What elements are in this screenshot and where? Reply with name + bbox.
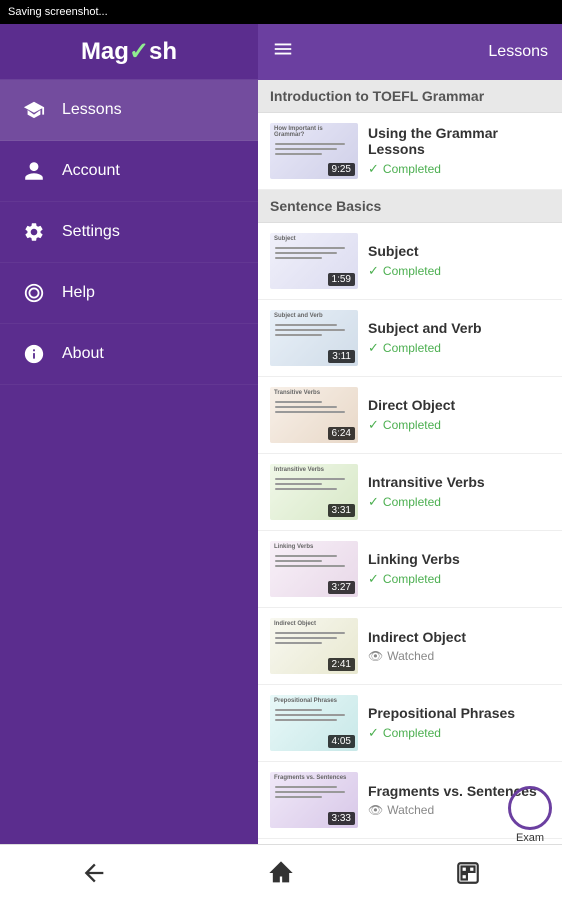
check-icon: ✓ bbox=[368, 340, 379, 356]
bottom-nav bbox=[0, 844, 562, 900]
sidebar-item-settings[interactable]: Settings bbox=[0, 202, 258, 263]
sidebar-item-label-account: Account bbox=[62, 162, 120, 180]
sidebar-nav: Lessons Account Settings bbox=[0, 80, 258, 844]
sidebar-item-about[interactable]: About bbox=[0, 324, 258, 385]
lesson-status: ✓ Completed bbox=[368, 340, 550, 356]
gear-icon bbox=[20, 218, 48, 246]
lesson-info: Prepositional Phrases ✓ Completed bbox=[368, 705, 550, 741]
lesson-info: Indirect Object 👁 Watched bbox=[368, 629, 550, 663]
lesson-thumbnail: Fragments vs. Sentences 3:33 bbox=[270, 772, 358, 828]
lesson-info: Using the Grammar Lessons ✓ Completed bbox=[368, 125, 550, 177]
sidebar-item-label-lessons: Lessons bbox=[62, 101, 122, 119]
sidebar-header: Mag✓sh bbox=[0, 24, 258, 80]
sidebar-item-lessons[interactable]: Lessons bbox=[0, 80, 258, 141]
app-logo: Mag✓sh bbox=[81, 37, 177, 66]
lesson-status: ✓ Completed bbox=[368, 417, 550, 433]
lesson-thumbnail: How Important is Grammar? 9:25 bbox=[270, 123, 358, 179]
lesson-status: 👁 Watched bbox=[368, 649, 550, 663]
lesson-info: Subject and Verb ✓ Completed bbox=[368, 320, 550, 356]
lesson-thumbnail: Linking Verbs 3:27 bbox=[270, 541, 358, 597]
lesson-thumbnail: Subject and Verb 3:11 bbox=[270, 310, 358, 366]
header-lessons-link[interactable]: Lessons bbox=[488, 43, 548, 61]
sidebar-item-label-about: About bbox=[62, 345, 104, 363]
exam-button-container[interactable]: Exam bbox=[508, 786, 552, 844]
recent-apps-button[interactable] bbox=[438, 853, 498, 893]
lesson-item-prepositional-phrases[interactable]: Prepositional Phrases 4:05 Prepositional… bbox=[258, 685, 562, 762]
lesson-status: ✓ Completed bbox=[368, 161, 550, 177]
lesson-thumbnail: Transitive Verbs 6:24 bbox=[270, 387, 358, 443]
hamburger-menu-icon[interactable] bbox=[272, 38, 294, 66]
status-bar-text: Saving screenshot... bbox=[8, 6, 108, 18]
info-icon bbox=[20, 340, 48, 368]
lesson-item-subject[interactable]: Subject 1:59 Subject ✓ Completed bbox=[258, 223, 562, 300]
sidebar: Mag✓sh Lessons Account bbox=[0, 24, 258, 844]
app-container: Mag✓sh Lessons Account bbox=[0, 24, 562, 844]
check-icon: ✓ bbox=[368, 494, 379, 510]
eye-icon: 👁 bbox=[368, 803, 383, 817]
lesson-info: Linking Verbs ✓ Completed bbox=[368, 551, 550, 587]
main-header: Lessons bbox=[258, 24, 562, 80]
section-header-intro: Introduction to TOEFL Grammar bbox=[258, 80, 562, 113]
check-icon: ✓ bbox=[368, 417, 379, 433]
lessons-list: Introduction to TOEFL Grammar How Import… bbox=[258, 80, 562, 844]
lesson-item-direct-object[interactable]: Transitive Verbs 6:24 Direct Object ✓ Co… bbox=[258, 377, 562, 454]
lesson-info: Subject ✓ Completed bbox=[368, 243, 550, 279]
lesson-item-linking-verbs[interactable]: Linking Verbs 3:27 Linking Verbs ✓ Compl… bbox=[258, 531, 562, 608]
main-content: Lessons Introduction to TOEFL Grammar Ho… bbox=[258, 24, 562, 844]
back-button[interactable] bbox=[64, 853, 124, 893]
lesson-status: ✓ Completed bbox=[368, 725, 550, 741]
home-button[interactable] bbox=[251, 853, 311, 893]
check-icon: ✓ bbox=[368, 571, 379, 587]
sidebar-item-label-help: Help bbox=[62, 284, 95, 302]
check-icon: ✓ bbox=[368, 725, 379, 741]
lesson-info: Intransitive Verbs ✓ Completed bbox=[368, 474, 550, 510]
lesson-thumbnail: Prepositional Phrases 4:05 bbox=[270, 695, 358, 751]
eye-icon: 👁 bbox=[368, 649, 383, 663]
exam-circle bbox=[508, 786, 552, 830]
logo-checkmark: ✓ bbox=[129, 38, 149, 65]
lesson-thumbnail: Indirect Object 2:41 bbox=[270, 618, 358, 674]
lesson-status: ✓ Completed bbox=[368, 263, 550, 279]
lesson-status: ✓ Completed bbox=[368, 571, 550, 587]
lifebuoy-icon bbox=[20, 279, 48, 307]
lesson-item-indirect-object[interactable]: Indirect Object 2:41 Indirect Object 👁 W… bbox=[258, 608, 562, 685]
lesson-item-subject-and-verb[interactable]: Subject and Verb 3:11 Subject and Verb ✓… bbox=[258, 300, 562, 377]
section-header-sentence-basics: Sentence Basics bbox=[258, 190, 562, 223]
sidebar-item-label-settings: Settings bbox=[62, 223, 120, 241]
graduation-cap-icon bbox=[20, 96, 48, 124]
exam-label: Exam bbox=[516, 832, 544, 844]
sidebar-item-help[interactable]: Help bbox=[0, 263, 258, 324]
status-bar: Saving screenshot... bbox=[0, 0, 562, 24]
check-icon: ✓ bbox=[368, 161, 379, 177]
lesson-thumbnail: Subject 1:59 bbox=[270, 233, 358, 289]
lesson-status: ✓ Completed bbox=[368, 494, 550, 510]
lesson-item-using-grammar-lessons[interactable]: How Important is Grammar? 9:25 Using the… bbox=[258, 113, 562, 190]
lesson-item-intransitive-verbs[interactable]: Intransitive Verbs 3:31 Intransitive Ver… bbox=[258, 454, 562, 531]
check-icon: ✓ bbox=[368, 263, 379, 279]
lesson-thumbnail: Intransitive Verbs 3:31 bbox=[270, 464, 358, 520]
user-icon bbox=[20, 157, 48, 185]
lesson-info: Direct Object ✓ Completed bbox=[368, 397, 550, 433]
sidebar-item-account[interactable]: Account bbox=[0, 141, 258, 202]
